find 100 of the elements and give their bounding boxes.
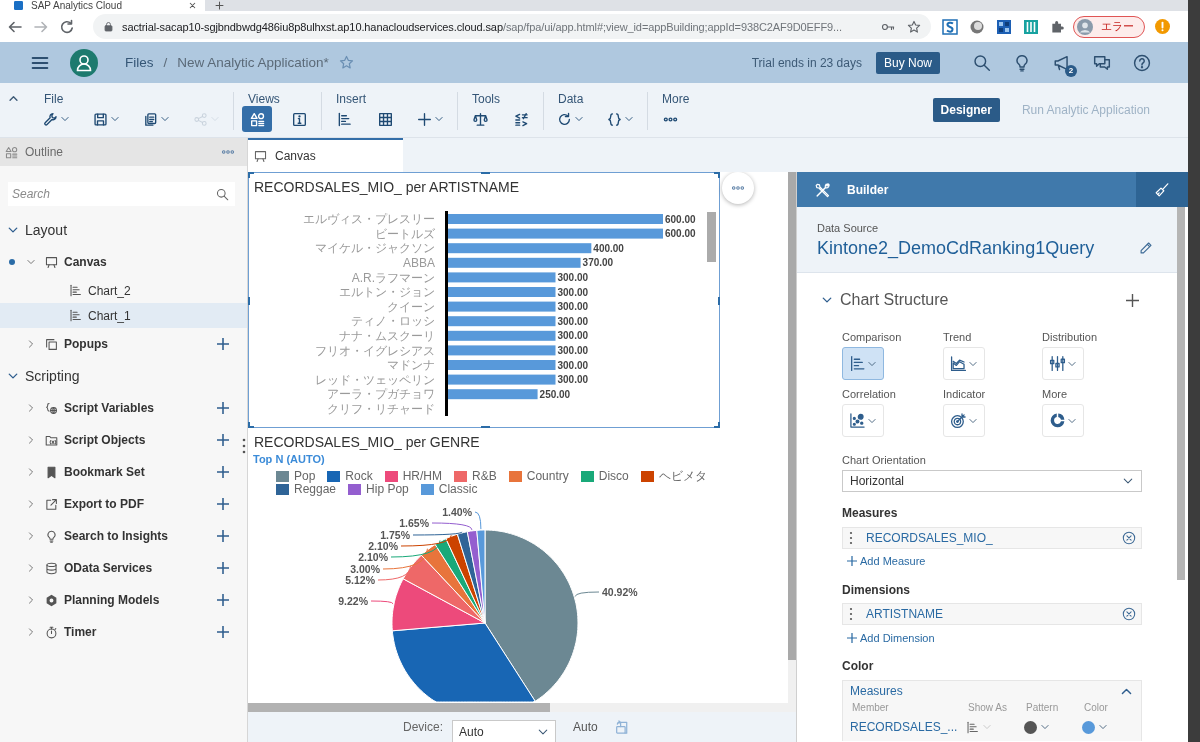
panel-title: Outline <box>25 145 65 159</box>
resize-handle[interactable] <box>714 172 720 178</box>
plus-icon[interactable] <box>1126 293 1139 307</box>
tree-item[interactable]: OData Services <box>0 552 211 584</box>
new-tab-icon[interactable] <box>215 1 224 10</box>
chart-type-label: More <box>1042 387 1068 401</box>
buy-now-button[interactable]: Buy Now <box>875 51 940 74</box>
resize-handle[interactable] <box>248 172 254 178</box>
data-label: 250.00 <box>539 388 571 400</box>
url-text: sactrial-sacap10-sgjbndbwdg486iu8p8ulhxst.ap10.hanacloudservices.cloud.sap/sap/fpa/ui/app.html#;view_id=appBuilding;appId=938C2AF9D0EFF9... <box>122 20 843 33</box>
chart-type-label: Trend <box>943 330 972 344</box>
resize-handle[interactable] <box>481 172 490 174</box>
address-field[interactable]: sactrial-sacap10-sgjbndbwdg486iu8p8ulhxst.ap10.hanacloudservices.cloud.sap/sap/fpa/ui/app.html#;view_id=appBuilding;appId=938C2AF9D0EFF9... <box>93 14 931 39</box>
lock-icon <box>103 21 114 32</box>
trial-notice: Trial ends in 23 days <box>751 55 862 70</box>
chevron-up-icon[interactable] <box>8 93 19 104</box>
data-label: 600.00 <box>665 228 696 240</box>
tree-item[interactable]: Bookmark Set <box>0 456 211 488</box>
search-icon[interactable] <box>216 187 229 201</box>
drag-handle-icon[interactable] <box>849 531 853 545</box>
resize-handle[interactable] <box>714 422 720 428</box>
axis-label: フリオ・イグレシアス <box>315 343 435 358</box>
search-icon[interactable] <box>973 53 991 72</box>
wrench-screwdriver-icon[interactable] <box>815 181 831 198</box>
add-dimension-link[interactable]: Add Dimension <box>842 631 935 645</box>
grid-tile-icon[interactable] <box>996 18 1012 35</box>
tree-item[interactable]: Layout <box>0 214 247 246</box>
puzzle-icon[interactable] <box>1050 19 1065 34</box>
remove-icon[interactable] <box>1122 531 1136 545</box>
drag-handle-icon[interactable] <box>849 607 853 621</box>
toolbar-button[interactable] <box>242 106 272 132</box>
data-label: 400.00 <box>593 242 624 254</box>
curve-tile-icon[interactable] <box>942 18 958 35</box>
pattern-button[interactable] <box>1024 720 1050 734</box>
avatar-icon[interactable] <box>70 48 98 77</box>
donut-chart-icon <box>1049 412 1066 429</box>
axis-label: ABBA <box>403 256 435 270</box>
data-source-name[interactable]: Kintone2_DemoCdRanking1Query <box>817 237 1139 259</box>
canvas-tab[interactable]: Canvas <box>248 138 403 172</box>
chart-title: RECORDSALES_MIO_ per GENRE <box>254 434 480 450</box>
tree-item[interactable]: Export to PDF <box>0 488 211 520</box>
chart-type-button[interactable] <box>842 347 884 380</box>
browser-tab[interactable]: SAP Analytics Cloud <box>0 0 205 11</box>
device-status: Auto <box>573 720 598 734</box>
add-measure-link[interactable]: Add Measure <box>842 554 926 568</box>
tree-item[interactable]: Script Variables <box>0 392 211 424</box>
tree-item[interactable]: Chart_1 <box>0 303 247 328</box>
drag-handle-icon[interactable] <box>242 438 246 454</box>
lightbulb-icon <box>45 529 58 543</box>
caret-icon <box>434 114 444 124</box>
tree-item[interactable]: Scripting <box>0 360 247 392</box>
chevron-right-icon <box>26 627 36 637</box>
legend-label: Reggae <box>294 483 337 496</box>
caret-icon <box>574 114 584 124</box>
tree-item[interactable]: Canvas <box>0 246 247 278</box>
tree-item[interactable]: Planning Models <box>0 584 211 616</box>
orientation-select[interactable]: Horizontal <box>842 470 1142 492</box>
chart-widget[interactable] <box>248 172 720 428</box>
tree-item[interactable]: Search to Insights <box>0 520 211 552</box>
top-n-label[interactable]: Top N (AUTO) <box>253 452 325 466</box>
dimension-token[interactable]: ARTISTNAME <box>842 603 1142 625</box>
search-field[interactable]: Search <box>8 182 235 206</box>
tree-item[interactable]: Chart_2 <box>0 278 247 303</box>
reload-icon[interactable] <box>59 18 75 35</box>
pencil-icon[interactable] <box>1139 241 1153 255</box>
plus-icon <box>217 338 229 350</box>
data-label: 300.00 <box>557 272 589 283</box>
resize-handle[interactable] <box>481 426 490 428</box>
lightbulb-icon[interactable] <box>1013 53 1031 72</box>
resize-handle[interactable] <box>248 422 254 428</box>
device-select[interactable]: Auto <box>452 720 556 742</box>
chat-icon[interactable] <box>1093 53 1111 72</box>
sphere-icon[interactable] <box>969 18 985 35</box>
scrollbar-thumb[interactable] <box>1177 207 1185 580</box>
remove-icon[interactable] <box>1122 607 1136 621</box>
help-icon[interactable] <box>1133 53 1151 72</box>
megaphone-icon[interactable] <box>1053 53 1071 72</box>
brace-globe-icon <box>45 401 58 415</box>
breadcrumb-link[interactable]: Files <box>125 55 154 70</box>
star-icon[interactable] <box>338 55 354 70</box>
scrollbar-track[interactable] <box>248 703 796 712</box>
color-button[interactable] <box>1082 720 1108 734</box>
star-icon[interactable] <box>907 19 921 34</box>
folder-icon <box>45 433 58 447</box>
tree-item[interactable]: Timer <box>0 616 211 648</box>
scrollbar-thumb[interactable] <box>707 212 716 262</box>
bars-tile-icon[interactable] <box>1023 18 1039 35</box>
legend-label: Hip Pop <box>366 483 409 496</box>
measure-token[interactable]: RECORDSALES_MIO_ <box>842 527 1142 549</box>
tree-item[interactable]: Script Objects <box>0 424 211 456</box>
device-label: Device: <box>403 720 443 734</box>
profile-button[interactable]: エラー <box>1073 15 1145 38</box>
data-label: 370.00 <box>582 257 614 269</box>
mode-button[interactable]: Designer <box>932 98 1000 122</box>
close-icon[interactable] <box>188 1 197 10</box>
scrollbar-thumb[interactable] <box>248 703 550 712</box>
resize-handle[interactable] <box>248 297 250 305</box>
tree-item[interactable]: Popups <box>0 328 211 360</box>
resize-handle[interactable] <box>718 297 720 305</box>
axis-label: ティノ・ロッシ <box>351 314 435 329</box>
